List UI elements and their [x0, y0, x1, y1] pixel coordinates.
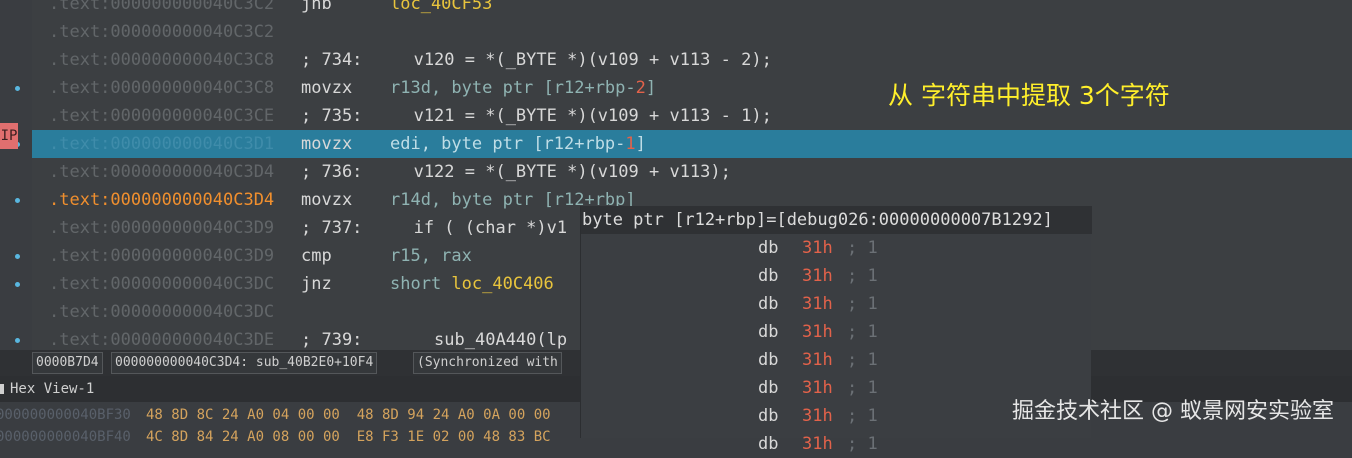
popup-header: byte ptr [r12+rbp]=[debug026:00000000007…: [581, 206, 1092, 234]
address: .text:000000000040C3D4: [49, 190, 275, 210]
status-location: 000000000040C3D4: sub_40B2E0+10F4: [111, 352, 378, 374]
data-value: 31h: [802, 294, 833, 314]
operands: loc_40CF53: [390, 0, 492, 18]
hex-address: 000000000040BF40: [0, 429, 131, 445]
data-directive: db: [758, 322, 779, 342]
disasm-line[interactable]: .text:000000000040C3D4 ; 736: v122 = *(_B…: [32, 158, 1352, 186]
mnemonic: jnz: [301, 274, 332, 294]
watermark: 掘金技术社区 @ 蚁景网安实验室: [1012, 399, 1334, 424]
mnemonic: movzx: [301, 78, 353, 98]
breakpoint-gutter[interactable]: [0, 0, 32, 350]
popup-data-row: db 31h ; 1: [581, 290, 1091, 318]
data-directive: db: [758, 294, 779, 314]
data-comment: ; 1: [847, 294, 878, 314]
popup-data-row: db 31h ; 1: [581, 234, 1091, 262]
pseudocode-comment: ; 737: if ( (char *)v1: [301, 218, 568, 238]
operands: r13d, byte ptr [r12+rbp-2]: [390, 74, 656, 102]
operand-text: r13d, byte ptr [r12+rbp-: [390, 78, 636, 98]
operands: r15, rax: [390, 242, 472, 270]
breakpoint-dot[interactable]: [15, 338, 20, 343]
address: .text:000000000040C3D4: [49, 162, 275, 182]
data-directive: db: [758, 238, 779, 258]
status-offset: 0000B7D4: [32, 352, 103, 374]
operand-text: ]: [635, 134, 646, 154]
operand-label[interactable]: loc_40C406: [451, 274, 553, 294]
address: .text:000000000040C3CE: [49, 106, 275, 126]
hex-bytes: 48 8D 8C 24 A0 04 00 00 48 8D 94 24 A0 0…: [146, 407, 551, 423]
breakpoint-dot[interactable]: [15, 86, 20, 91]
hex-row[interactable]: 000000000040BF30 48 8D 8C 24 A0 04 00 00 …: [0, 404, 600, 426]
status-sync: (Synchronized with: [413, 352, 562, 374]
operand-label[interactable]: loc_40CF53: [390, 0, 492, 14]
annotation-text: 从 字符串中提取 3个字符: [888, 81, 1170, 110]
data-comment: ; 1: [847, 378, 878, 398]
popup-data-row: db 31h ; 1: [581, 262, 1091, 290]
hex-bytes: 4C 8D 84 24 A0 08 00 00 E8 F3 1E 02 00 4…: [146, 429, 551, 445]
instruction-pointer-marker: IP: [0, 123, 18, 149]
mnemonic: movzx: [301, 134, 353, 154]
breakpoint-dot[interactable]: [15, 282, 20, 287]
address: .text:000000000040C3D9: [49, 246, 275, 266]
address: .text:000000000040C3DC: [49, 302, 275, 322]
popup-data-row: db 31h ; 1: [581, 430, 1091, 458]
mnemonic: cmp: [301, 246, 332, 266]
address: .text:000000000040C3D1: [49, 134, 275, 154]
data-comment: ; 1: [847, 322, 878, 342]
disasm-line[interactable]: .text:000000000040C3C2: [32, 18, 1352, 46]
popup-data-row: db 31h ; 1: [581, 346, 1091, 374]
pseudocode-comment: ; 735: v121 = *(_BYTE *)(v109 + v113 - 1…: [301, 106, 772, 126]
data-value: 31h: [802, 238, 833, 258]
data-comment: ; 1: [847, 434, 878, 454]
data-value: 31h: [802, 266, 833, 286]
hex-view-title: Hex View-1: [10, 381, 95, 397]
operand-text: short: [390, 274, 452, 294]
data-comment: ; 1: [847, 266, 878, 286]
data-value: 31h: [802, 350, 833, 370]
hex-view-icon: [0, 384, 4, 394]
address: .text:000000000040C3C2: [49, 0, 275, 14]
hex-address: 000000000040BF30: [0, 407, 131, 423]
address: .text:000000000040C3D9: [49, 218, 275, 238]
breakpoint-dot[interactable]: [15, 254, 20, 259]
data-value: 31h: [802, 434, 833, 454]
data-directive: db: [758, 378, 779, 398]
data-comment: ; 1: [847, 350, 878, 370]
address: .text:000000000040C3DC: [49, 274, 275, 294]
breakpoint-dot[interactable]: [15, 198, 20, 203]
operand-text: edi, byte ptr [r12+rbp-: [390, 134, 626, 154]
mnemonic: movzx: [301, 190, 353, 210]
data-comment: ; 1: [847, 238, 878, 258]
popup-data-row: db 31h ; 1: [581, 318, 1091, 346]
operand-text: ]: [645, 78, 657, 98]
data-directive: db: [758, 434, 779, 454]
disasm-line[interactable]: .text:000000000040C3C8 ; 734: v120 = *(_B…: [32, 46, 1352, 74]
data-value: 31h: [802, 378, 833, 398]
data-directive: db: [758, 266, 779, 286]
address: .text:000000000040C3C8: [49, 50, 275, 70]
address: .text:000000000040C3C2: [49, 22, 275, 42]
operand-number: 2: [635, 78, 646, 98]
pseudocode-comment: ; 736: v122 = *(_BYTE *)(v109 + v113);: [301, 162, 731, 182]
disasm-line[interactable]: .text:000000000040C3C2 jnb loc_40CF53: [32, 0, 1352, 18]
data-value: 31h: [802, 406, 833, 426]
data-value: 31h: [802, 322, 833, 342]
operands: edi, byte ptr [r12+rbp-1]: [390, 130, 646, 158]
operand-number: 1: [625, 134, 636, 154]
mnemonic: jnb: [301, 0, 332, 14]
disasm-line[interactable]: .text:000000000040C3D1 movzx edi, byte ptr…: [32, 130, 1352, 158]
address: .text:000000000040C3C8: [49, 78, 275, 98]
data-directive: db: [758, 406, 779, 426]
operands: short loc_40C406: [390, 270, 554, 298]
operand-text: r15, rax: [390, 246, 472, 266]
data-comment: ; 1: [847, 406, 878, 426]
pseudocode-comment: ; 734: v120 = *(_BYTE *)(v109 + v113 - 2…: [301, 50, 772, 70]
hex-row[interactable]: 000000000040BF40 4C 8D 84 24 A0 08 00 00 …: [0, 426, 600, 448]
data-directive: db: [758, 350, 779, 370]
